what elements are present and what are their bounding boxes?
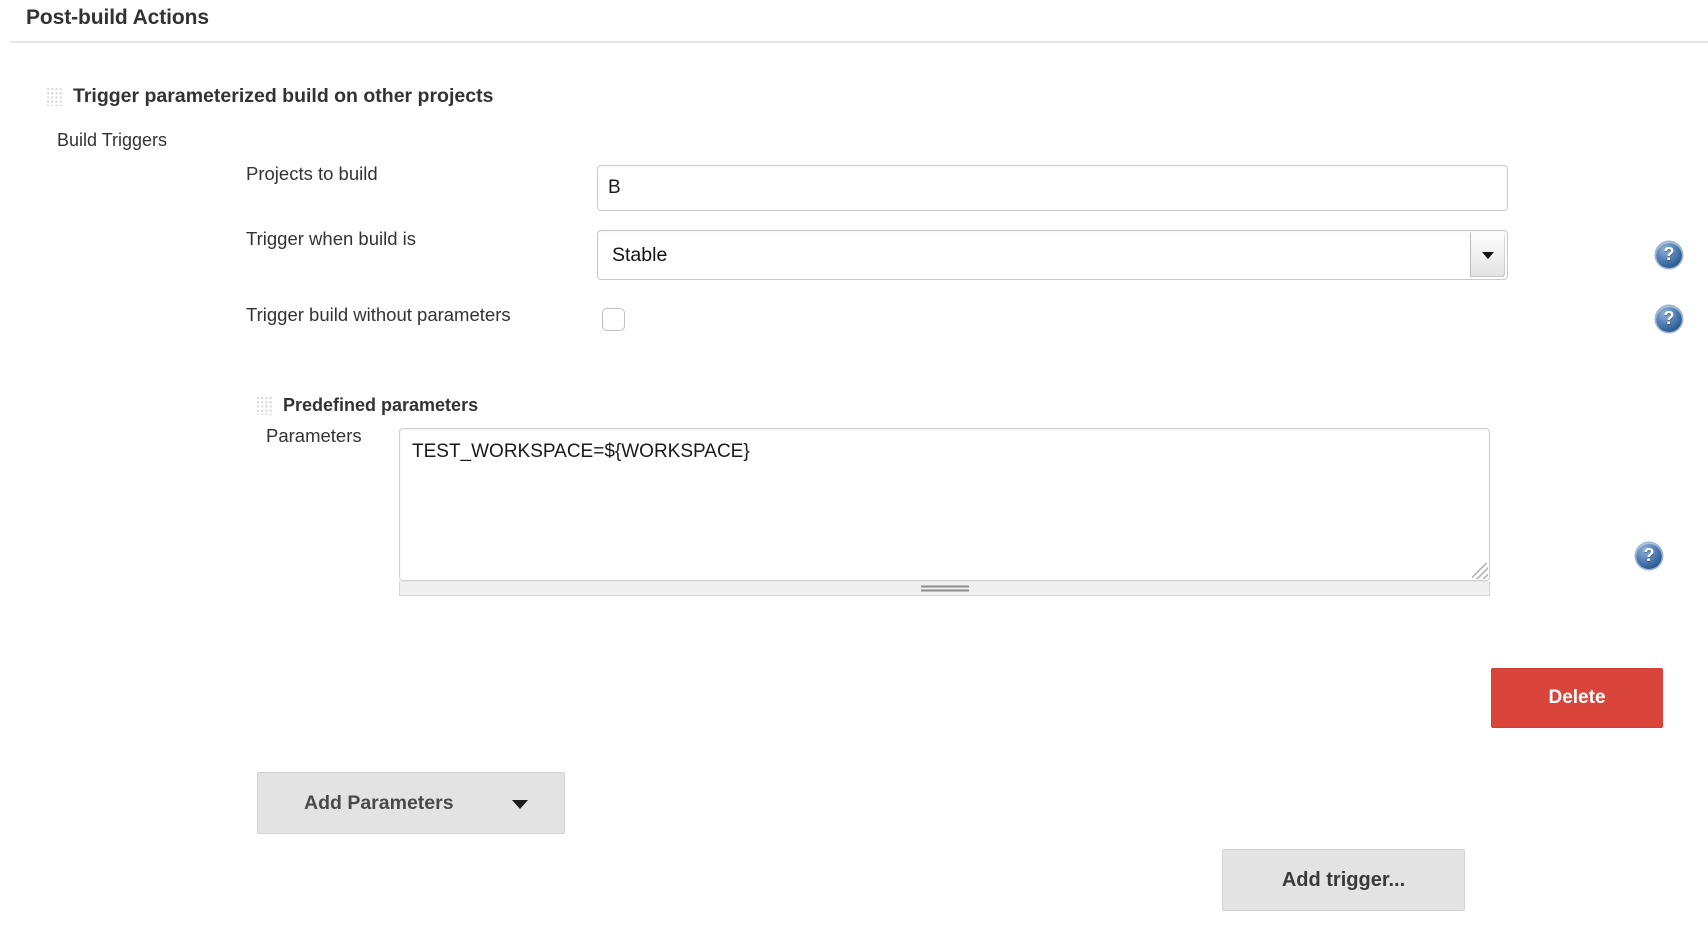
build-triggers-label: Build Triggers (57, 130, 168, 150)
parameters-textarea[interactable] (399, 428, 1490, 581)
projects-to-build-input[interactable] (597, 165, 1508, 211)
help-icon[interactable]: ? (1636, 543, 1662, 569)
predefined-parameters-title: Predefined parameters (283, 394, 479, 415)
drag-grip-icon[interactable] (256, 395, 273, 415)
help-icon[interactable]: ? (1656, 242, 1682, 268)
chevron-down-icon[interactable] (1470, 233, 1505, 277)
help-icon[interactable]: ? (1656, 306, 1682, 332)
trigger-when-build-is-label: Trigger when build is (246, 228, 417, 249)
header-divider (10, 41, 1708, 43)
predefined-parameters-title-row: Predefined parameters (256, 394, 478, 416)
page-title: Post-build Actions (26, 6, 209, 29)
add-parameters-label: Add Parameters (304, 791, 454, 814)
parameters-textarea-wrapper (399, 428, 1490, 581)
delete-button[interactable]: Delete (1491, 668, 1663, 728)
add-parameters-button[interactable]: Add Parameters (257, 772, 565, 834)
chevron-down-icon (512, 800, 528, 809)
trigger-when-build-is-select[interactable]: Stable (597, 230, 1508, 280)
trigger-when-build-is-select-wrapper[interactable]: Stable (597, 230, 1508, 280)
add-trigger-button[interactable]: Add trigger... (1222, 849, 1465, 911)
drag-grip-icon[interactable] (46, 87, 63, 107)
projects-to-build-label: Projects to build (246, 163, 378, 184)
trigger-build-without-parameters-checkbox[interactable] (602, 308, 625, 331)
splitter-handle-icon[interactable] (920, 585, 969, 592)
trigger-build-without-parameters-label: Trigger build without parameters (246, 304, 511, 325)
post-build-action-title-row: Trigger parameterized build on other pro… (46, 85, 493, 108)
post-build-action-title: Trigger parameterized build on other pro… (73, 85, 494, 108)
textarea-splitter-bar[interactable] (399, 581, 1490, 596)
parameters-label: Parameters (266, 425, 362, 446)
